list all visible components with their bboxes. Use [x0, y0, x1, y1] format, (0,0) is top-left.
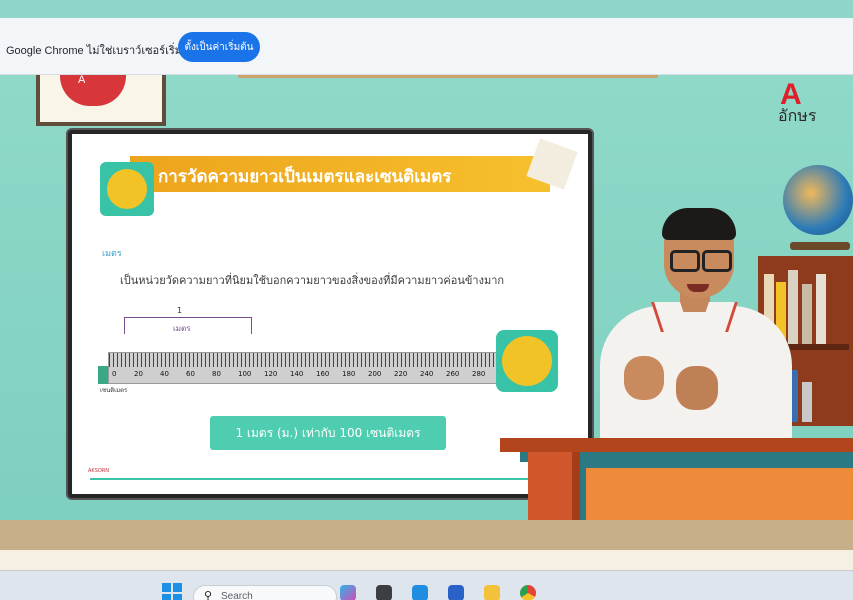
slide-title-bar: การวัดความยาวเป็นเมตรและเซนติเมตร: [130, 156, 550, 192]
section-label: เมตร: [102, 249, 122, 259]
ruler-tick: 140: [290, 370, 304, 378]
frame-logo: A: [60, 70, 126, 106]
ruler-tick: 40: [160, 370, 169, 378]
book: [816, 274, 826, 344]
tape-measure-icon: [100, 162, 154, 216]
ruler-tick: 0: [112, 370, 117, 378]
ruler-tick: 200: [368, 370, 382, 378]
search-icon: ⚲: [204, 590, 213, 600]
slide-footer-logo: AKSORN: [88, 468, 110, 474]
ruler-unit-label: เซนติเมตร: [100, 387, 128, 394]
ruler-tick: 240: [420, 370, 434, 378]
edge-icon[interactable]: [412, 585, 428, 600]
desk-top: [500, 438, 853, 452]
bracket-number: 1: [177, 306, 183, 315]
bracket-unit: เมตร: [173, 324, 191, 333]
slide-title: การวัดความยาวเป็นเมตรและเซนติเมตร: [158, 167, 452, 187]
chrome-icon[interactable]: [520, 585, 536, 600]
store-icon[interactable]: [448, 585, 464, 600]
ruler-tick: 220: [394, 370, 408, 378]
presenter-hand: [676, 366, 718, 410]
video-screen: A A อักษร การวัดความยาวเป็นเมตรและเซนติเ…: [0, 0, 853, 600]
monitor-bezel: [0, 550, 853, 570]
chrome-default-browser-infobar: Google Chrome ไม่ใช่เบราว์เซอร์เริ่มต้น …: [0, 18, 853, 75]
windows-start-icon[interactable]: [162, 583, 182, 600]
ruler-tick: 80: [212, 370, 221, 378]
book: [802, 284, 812, 344]
wall-logo-frame: A: [36, 70, 166, 126]
frame-logo-text: A: [78, 74, 86, 86]
ruler-tick: 20: [134, 370, 143, 378]
ruler-tick: 100: [238, 370, 252, 378]
ruler-tick: 120: [264, 370, 278, 378]
meter-definition: เป็นหน่วยวัดความยาวที่นิยมใช้บอกความยาวข…: [120, 274, 505, 287]
ruler-tick: 60: [186, 370, 195, 378]
ruler-tick: 180: [342, 370, 356, 378]
book: [802, 382, 812, 422]
infobar-message: Google Chrome ไม่ใช่เบราว์เซอร์เริ่มต้น: [6, 45, 197, 57]
tape-measure-icon: [496, 330, 558, 392]
ruler-tick: 260: [446, 370, 460, 378]
presenter: [594, 206, 794, 446]
ruler: [108, 352, 506, 384]
presenter-hand: [624, 356, 664, 400]
set-as-default-button[interactable]: ตั้งเป็นค่าเริ่มต้น: [178, 32, 260, 62]
globe-stand: [790, 242, 850, 250]
windows-taskbar: ⚲ Search: [0, 570, 853, 600]
taskbar-search-box[interactable]: ⚲ Search: [193, 585, 337, 600]
wall-baseboard: [0, 520, 853, 550]
ruler-tick: 160: [316, 370, 330, 378]
ruler-tick: 280: [472, 370, 486, 378]
presenter-hair: [662, 208, 736, 240]
task-view-icon[interactable]: [376, 585, 392, 600]
copilot-icon[interactable]: [340, 585, 356, 600]
search-placeholder: Search: [221, 591, 253, 600]
folder-icon[interactable]: [484, 585, 500, 600]
formula-banner: 1 เมตร (ม.) เท่ากับ 100 เซนติเมตร: [210, 416, 446, 450]
channel-name: อักษร: [778, 108, 817, 125]
glasses-icon: [670, 250, 732, 272]
